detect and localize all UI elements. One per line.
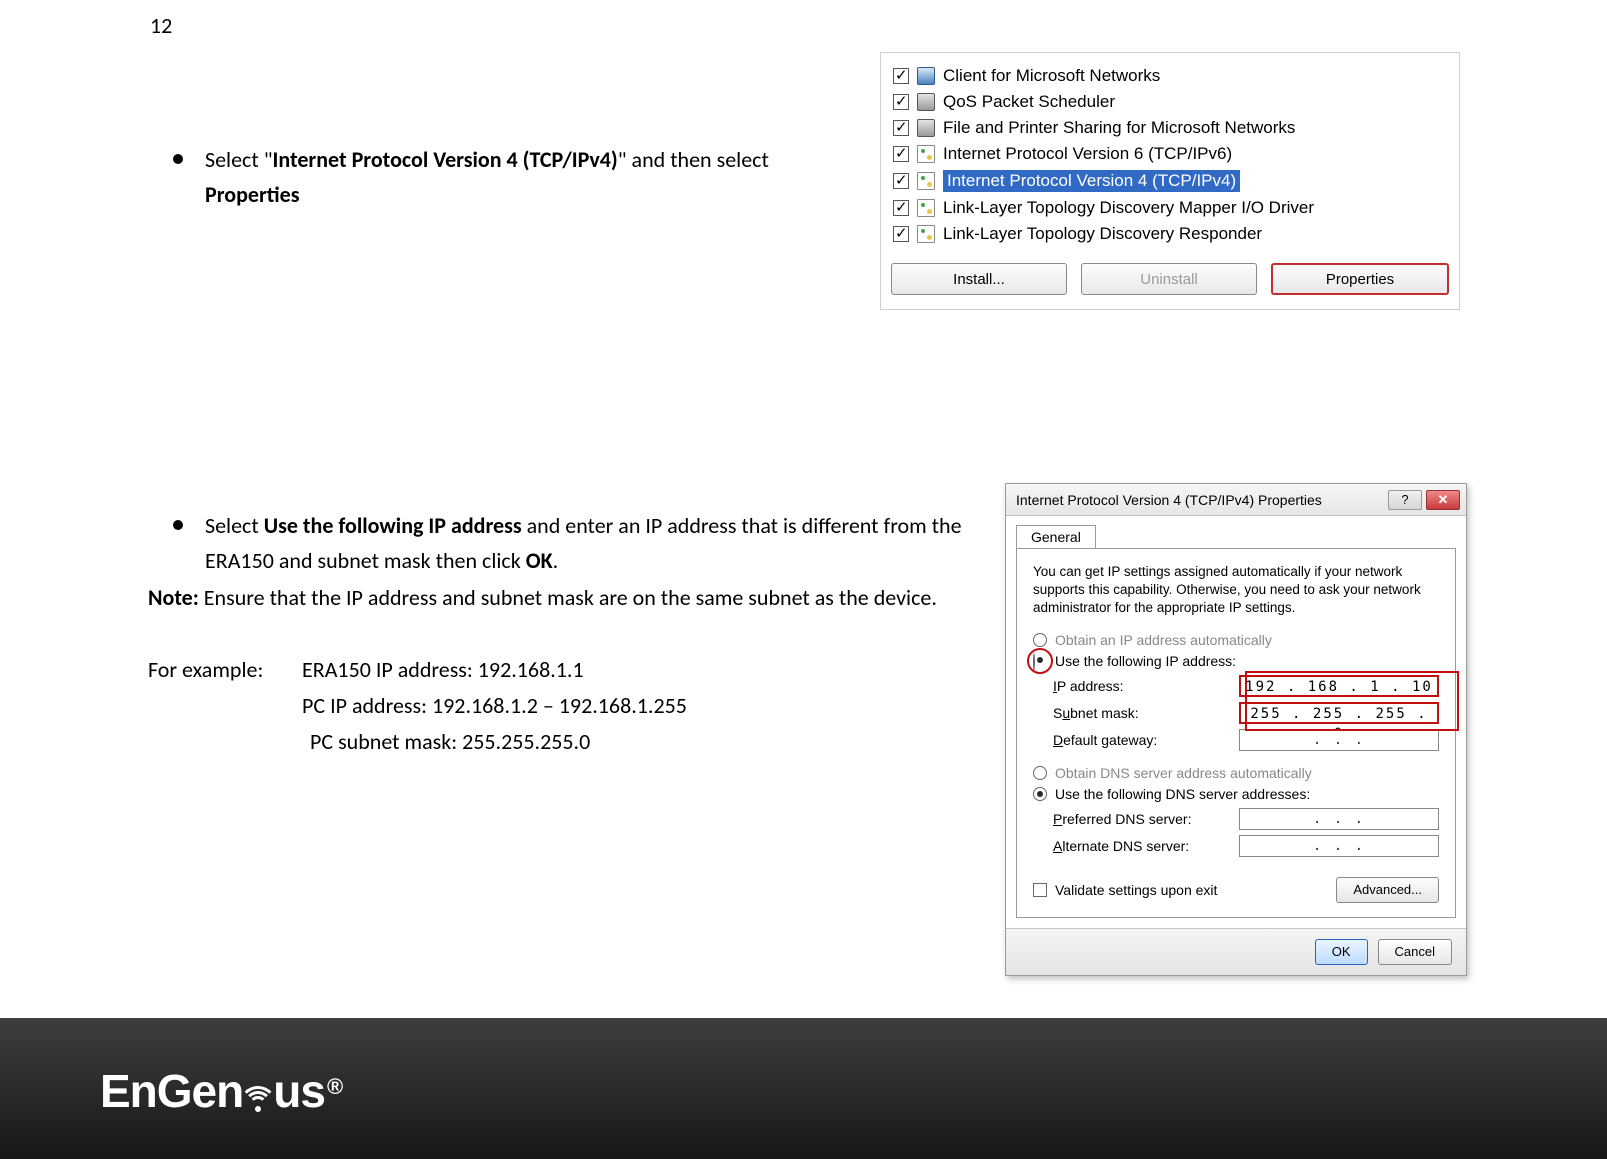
protocol-icon — [917, 145, 935, 163]
footer-band: EnGen us ® — [0, 1018, 1607, 1159]
radio-icon[interactable] — [1033, 653, 1035, 671]
wifi-icon — [245, 1072, 271, 1118]
preferred-dns-input[interactable]: . . . — [1239, 808, 1439, 830]
net-item-label: Internet Protocol Version 4 (TCP/IPv4) — [943, 170, 1240, 192]
alternate-dns-label: Alternate DNS server: — [1053, 838, 1189, 854]
default-gateway-input[interactable]: . . . — [1239, 729, 1439, 751]
net-item-label: File and Printer Sharing for Microsoft N… — [943, 118, 1295, 138]
net-item[interactable]: QoS Packet Scheduler — [891, 91, 1449, 113]
protocol-icon — [917, 199, 935, 217]
qos-icon — [917, 93, 935, 111]
net-item[interactable]: File and Printer Sharing for Microsoft N… — [891, 117, 1449, 139]
uninstall-button[interactable]: Uninstall — [1081, 263, 1257, 295]
net-item-selected[interactable]: Internet Protocol Version 4 (TCP/IPv4) — [891, 169, 1449, 193]
close-button[interactable]: ✕ — [1426, 490, 1460, 510]
logo-text-pre: EnGen — [100, 1064, 243, 1118]
validate-checkbox-row[interactable]: Validate settings upon exit — [1033, 882, 1217, 898]
subnet-mask-label: Subnet mask: — [1053, 705, 1139, 721]
engenius-logo: EnGen us ® — [100, 1064, 340, 1118]
example-line-3: PC subnet mask: 255.255.255.0 — [310, 724, 590, 759]
ok-button[interactable]: OK — [1315, 939, 1368, 965]
protocol-icon — [917, 172, 935, 190]
checkbox-icon[interactable] — [893, 120, 909, 136]
checkbox-icon[interactable] — [893, 68, 909, 84]
radio-label: Use the following DNS server addresses: — [1055, 786, 1310, 802]
net-item[interactable]: Link-Layer Topology Discovery Responder — [891, 223, 1449, 245]
file-printer-icon — [917, 119, 935, 137]
example-line-2: PC IP address: 192.168.1.2 – 192.168.1.2… — [302, 688, 687, 723]
dialog-description: You can get IP settings assigned automat… — [1033, 563, 1439, 618]
client-icon — [917, 67, 935, 85]
instruction-bullet-1: Select "Internet Protocol Version 4 (TCP… — [205, 142, 865, 212]
net-item[interactable]: Client for Microsoft Networks — [891, 65, 1449, 87]
properties-button[interactable]: Properties — [1271, 263, 1449, 295]
radio-auto-ip[interactable]: Obtain an IP address automatically — [1033, 632, 1439, 648]
ip-address-label: IP address: — [1053, 678, 1124, 694]
dialog-titlebar[interactable]: Internet Protocol Version 4 (TCP/IPv4) P… — [1006, 484, 1466, 516]
radio-icon[interactable] — [1033, 633, 1047, 647]
advanced-button[interactable]: Advanced... — [1336, 877, 1439, 903]
b1-text-pre: Select " — [205, 146, 273, 173]
net-item-label: Client for Microsoft Networks — [943, 66, 1160, 86]
net-item-label: Link-Layer Topology Discovery Mapper I/O… — [943, 198, 1314, 218]
bullet-dot-icon — [173, 154, 183, 164]
alternate-dns-input[interactable]: . . . — [1239, 835, 1439, 857]
b2-text-pre: Select — [205, 512, 264, 539]
cancel-button[interactable]: Cancel — [1378, 939, 1452, 965]
help-button[interactable]: ? — [1388, 490, 1422, 510]
network-items-panel: Client for Microsoft Networks QoS Packet… — [880, 52, 1460, 310]
note-text: Ensure that the IP address and subnet ma… — [199, 584, 937, 611]
install-button[interactable]: Install... — [891, 263, 1067, 295]
tab-general[interactable]: General — [1016, 525, 1096, 549]
b1-text-mid: " and then select — [618, 146, 769, 173]
net-item-label: Link-Layer Topology Discovery Responder — [943, 224, 1262, 244]
radio-label: Obtain an IP address automatically — [1055, 632, 1272, 648]
subnet-mask-input[interactable]: 255 . 255 . 255 . 0 — [1239, 702, 1439, 724]
note-label: Note: — [148, 584, 199, 611]
page-number: 12 — [150, 12, 172, 39]
radio-icon[interactable] — [1033, 787, 1047, 801]
ip-address-input[interactable]: 192 . 168 . 1 . 10 — [1239, 675, 1439, 697]
ipv4-properties-dialog: Internet Protocol Version 4 (TCP/IPv4) P… — [1005, 483, 1467, 976]
net-item-label: Internet Protocol Version 6 (TCP/IPv6) — [943, 144, 1232, 164]
checkbox-icon[interactable] — [893, 146, 909, 162]
b1-text-bold2: Properties — [205, 181, 300, 208]
radio-use-ip[interactable]: Use the following IP address: — [1033, 653, 1439, 669]
net-item[interactable]: Internet Protocol Version 6 (TCP/IPv6) — [891, 143, 1449, 165]
radio-auto-dns[interactable]: Obtain DNS server address automatically — [1033, 765, 1439, 781]
b2-text-bold: Use the following IP address — [264, 512, 522, 539]
net-item-label: QoS Packet Scheduler — [943, 92, 1115, 112]
example-line-1: ERA150 IP address: 192.168.1.1 — [302, 652, 584, 687]
b2-text-bold2: OK — [526, 547, 553, 574]
instruction-bullet-2: Select Use the following IP address and … — [205, 508, 985, 578]
radio-use-dns[interactable]: Use the following DNS server addresses: — [1033, 786, 1439, 802]
validate-label: Validate settings upon exit — [1055, 882, 1217, 898]
registered-mark: ® — [327, 1074, 342, 1100]
radio-label: Obtain DNS server address automatically — [1055, 765, 1312, 781]
checkbox-icon[interactable] — [1033, 883, 1047, 897]
checkbox-icon[interactable] — [893, 173, 909, 189]
radio-icon[interactable] — [1033, 766, 1047, 780]
b2-text-post: . — [553, 547, 559, 574]
dialog-title: Internet Protocol Version 4 (TCP/IPv4) P… — [1016, 492, 1322, 508]
checkbox-icon[interactable] — [893, 200, 909, 216]
default-gateway-label: Default gateway: — [1053, 732, 1157, 748]
net-item[interactable]: Link-Layer Topology Discovery Mapper I/O… — [891, 197, 1449, 219]
logo-text-post: us — [273, 1064, 325, 1118]
radio-label: Use the following IP address: — [1055, 653, 1236, 669]
b1-text-bold: Internet Protocol Version 4 (TCP/IPv4) — [273, 146, 618, 173]
example-label: For example: — [148, 652, 263, 687]
note-block: Note: Ensure that the IP address and sub… — [148, 580, 998, 615]
protocol-icon — [917, 225, 935, 243]
checkbox-icon[interactable] — [893, 94, 909, 110]
preferred-dns-label: Preferred DNS server: — [1053, 811, 1192, 827]
bullet-dot-icon — [173, 520, 183, 530]
checkbox-icon[interactable] — [893, 226, 909, 242]
